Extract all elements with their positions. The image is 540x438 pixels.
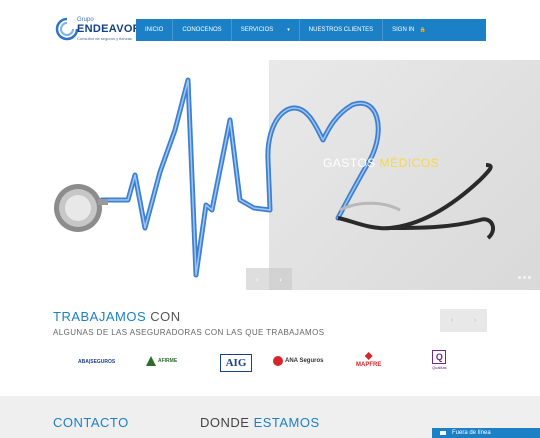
insurers-title-rest: CON (146, 309, 181, 324)
insurer-logos: ABA|SEGUROS AFIRME AIG ANA Seguros MAPFR… (60, 350, 480, 378)
mapfre-label: MAPFRE (356, 362, 382, 368)
nav-servicios[interactable]: Servicios ▾ (232, 19, 300, 41)
hero-slider: GASTOS MÉDICOS ‹ › (40, 60, 540, 290)
nav-clientes-label: Nuestros Clientes (308, 27, 374, 33)
slider-dot[interactable] (528, 276, 531, 279)
nav-nuestros-clientes[interactable]: Nuestros Clientes (300, 19, 384, 41)
qualitas-label: Quálitas (432, 365, 447, 370)
ana-seguros-logo[interactable]: ANA Seguros (273, 356, 323, 366)
nav-inicio-label: Inicio (145, 27, 164, 33)
location-title-main: DONDE (200, 415, 254, 430)
slider-controls: ‹ › (246, 268, 292, 290)
mapfre-logo[interactable]: MAPFRE (356, 352, 381, 368)
aig-logo[interactable]: AIG (220, 354, 252, 372)
afirme-label: AFIRME (158, 358, 178, 364)
mapfre-emblem-icon (364, 352, 373, 360)
location-title-accent: ESTAMOS (253, 415, 320, 430)
qualitas-q-icon: Q (432, 350, 447, 364)
hero-title-main: GASTOS (323, 156, 380, 170)
slider-dot[interactable] (518, 276, 521, 279)
slider-prev-button[interactable]: ‹ (246, 268, 269, 290)
chat-label: Fuera de línea (452, 430, 491, 436)
nav-sign-in-label: Sign In (392, 27, 415, 33)
insurers-subtitle: ALGUNAS DE LAS ASEGURADORAS CON LAS QUE … (53, 328, 325, 337)
afirme-logo[interactable]: AFIRME (146, 356, 177, 366)
nav-conocenos[interactable]: Conocenos (173, 19, 232, 41)
nav-inicio[interactable]: Inicio (136, 19, 174, 41)
nav-conocenos-label: Conocenos (182, 27, 222, 33)
slider-next-button[interactable]: › (269, 268, 292, 290)
ana-label: ANA Seguros (285, 358, 324, 364)
insurers-prev-button[interactable]: ‹ (440, 309, 464, 332)
main-navbar: Inicio Conocenos Servicios ▾ Nuestros Cli… (136, 19, 486, 41)
slider-dot[interactable] (523, 276, 526, 279)
afirme-leaf-icon (146, 356, 156, 366)
location-title: DONDE ESTAMOS (200, 415, 320, 430)
brand-tagline: Consultor de seguros y fianzas (77, 36, 132, 41)
brand-name: ENDEAVOR (77, 23, 141, 35)
nav-sign-in[interactable]: Sign In 🔒 (383, 19, 435, 41)
insurers-title-main: TRABAJAMOS (53, 309, 147, 324)
insurers-title: TRABAJAMOS CON (53, 309, 181, 324)
aba-seguros-logo[interactable]: ABA|SEGUROS (78, 359, 115, 365)
slider-pagination (518, 276, 531, 279)
aig-label: AIG (225, 357, 247, 369)
chat-offline-tab[interactable]: Fuera de línea (432, 428, 540, 438)
qualitas-logo[interactable]: Q Quálitas (432, 350, 447, 370)
nav-servicios-label: Servicios (240, 27, 274, 33)
envelope-icon (440, 431, 446, 435)
hero-title: GASTOS MÉDICOS (323, 156, 439, 170)
contact-title: CONTACTO (53, 415, 129, 430)
ana-circle-icon (273, 356, 283, 366)
brand-swirl-icon (55, 17, 79, 41)
stethoscope-heartbeat-image (54, 77, 496, 278)
lock-icon: 🔒 (419, 27, 426, 33)
brand-logo[interactable]: Grupo ENDEAVOR Consultor de seguros y fi… (55, 16, 141, 44)
chevron-down-icon: ▾ (287, 27, 290, 33)
insurers-carousel-controls: ‹ › (440, 309, 487, 332)
insurers-next-button[interactable]: › (464, 309, 488, 332)
aba-seguros-label: ABA|SEGUROS (78, 359, 116, 365)
hero-title-accent: MÉDICOS (379, 156, 440, 170)
